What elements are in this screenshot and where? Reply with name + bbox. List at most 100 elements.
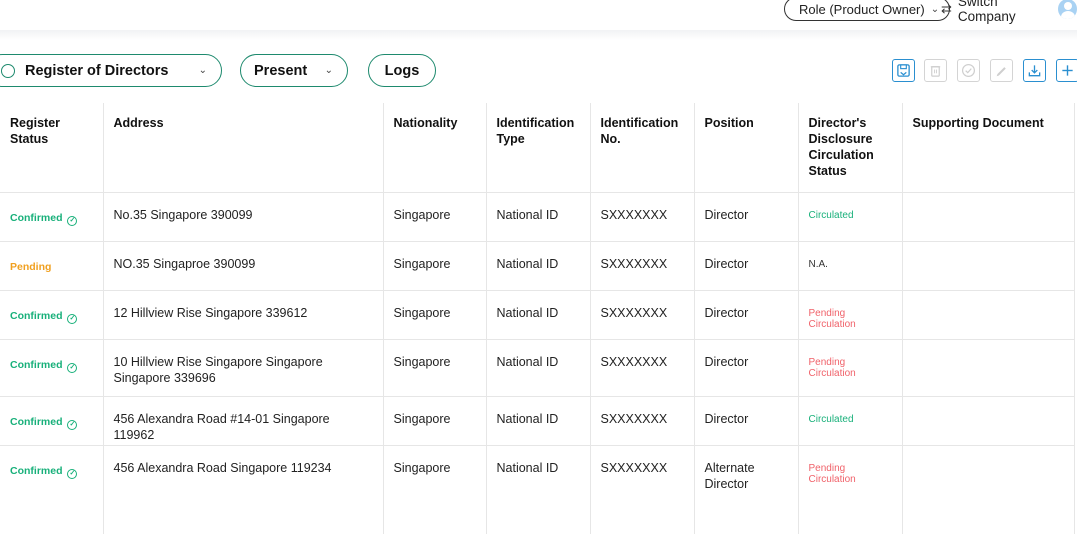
circulation-status-cell: Pending Circulation [798,339,903,397]
register-status-cell: Confirmed ✓ [0,339,104,397]
avatar[interactable] [1058,0,1077,19]
id-no-cell: SXXXXXXX [590,396,695,446]
check-circle-icon: ✓ [67,313,78,324]
role-label: Role (Product Owner) [799,1,925,17]
status-badge: Confirmed [10,309,63,322]
table-row[interactable]: Confirmed ✓ No.35 Singapore 390099 Singa… [0,192,1075,242]
save-icon [897,64,910,77]
id-type-cell: National ID [486,241,591,291]
column-header[interactable]: Address [103,103,384,193]
table-row[interactable]: Pending NO.35 Singaproe 390099 Singapore… [0,241,1075,291]
id-type-cell: National ID [486,445,591,534]
chevron-down-icon: ⌄ [930,3,940,15]
check-circle-icon: ✓ [67,362,78,373]
supporting-document-cell[interactable] [902,192,1075,242]
check-circle-icon [961,63,976,78]
chevron-down-icon: ⌄ [324,65,333,76]
nationality-cell: Singapore [383,241,487,291]
plus-icon [1062,65,1073,76]
circulation-status-cell: Pending Circulation [798,445,903,534]
logs-button[interactable]: Logs [368,54,436,87]
address-cell: 10 Hillview Rise Singapore Singapore Sin… [103,339,384,397]
column-header[interactable]: Identification Type [486,103,591,193]
address-cell: NO.35 Singaproe 390099 [103,241,384,291]
table-header-row: Register Status Address Nationality Iden… [0,103,1075,193]
status-badge: Confirmed [10,464,63,477]
add-director-button[interactable] [1056,59,1077,82]
supporting-document-cell[interactable] [902,339,1075,397]
supporting-document-cell[interactable] [902,396,1075,446]
table-row[interactable]: Confirmed ✓ 456 Alexandra Road Singapore… [0,445,1075,534]
circulation-status-cell: Circulated [798,192,903,242]
supporting-document-cell[interactable] [902,241,1075,291]
save-button[interactable] [892,59,915,82]
period-select[interactable]: Present ⌄ [240,54,348,87]
id-no-cell: SXXXXXXX [590,192,695,242]
column-header[interactable]: Identification No. [590,103,695,193]
position-cell: Director [694,241,799,291]
status-badge: Confirmed [10,415,63,428]
address-cell: 456 Alexandra Road Singapore 119234 [103,445,384,534]
nationality-cell: Singapore [383,396,487,446]
position-cell: Director [694,192,799,242]
column-header[interactable]: Supporting Document [902,103,1075,193]
delete-button[interactable] [924,59,947,82]
check-circle-icon: ✓ [67,419,78,430]
register-status-cell: Pending [0,241,104,291]
address-cell: 456 Alexandra Road #14-01 Singapore 1199… [103,396,384,446]
table-row[interactable]: Confirmed ✓ 12 Hillview Rise Singapore 3… [0,290,1075,340]
position-cell: Director [694,396,799,446]
id-no-cell: SXXXXXXX [590,445,695,534]
circulation-status-cell: Circulated [798,396,903,446]
nationality-cell: Singapore [383,192,487,242]
address-cell: No.35 Singapore 390099 [103,192,384,242]
id-type-cell: National ID [486,339,591,397]
nationality-cell: Singapore [383,339,487,397]
check-circle-icon: ✓ [67,468,78,479]
role-selector[interactable]: Role (Product Owner) ⌄ [784,0,951,21]
position-cell: Director [694,290,799,340]
table-row[interactable]: Confirmed ✓ 10 Hillview Rise Singapore S… [0,339,1075,397]
confirm-button[interactable] [957,59,980,82]
status-badge: Confirmed [10,211,63,224]
id-no-cell: SXXXXXXX [590,290,695,340]
chevron-down-icon: ⌄ [198,65,207,76]
id-no-cell: SXXXXXXX [590,339,695,397]
register-status-cell: Confirmed ✓ [0,445,104,534]
supporting-document-cell[interactable] [902,290,1075,340]
directors-table: Register Status Address Nationality Iden… [0,103,1077,534]
column-header[interactable]: Nationality [383,103,487,193]
download-icon [1028,65,1041,77]
register-type-select[interactable]: Register of Directors ⌄ [0,54,222,87]
status-badge: Confirmed [10,358,63,371]
supporting-document-cell[interactable] [902,445,1075,534]
register-status-cell: Confirmed ✓ [0,290,104,340]
register-status-cell: Confirmed ✓ [0,396,104,446]
column-header[interactable]: Position [694,103,799,193]
column-header[interactable]: Register Status [0,103,104,193]
id-type-cell: National ID [486,290,591,340]
nationality-cell: Singapore [383,290,487,340]
address-cell: 12 Hillview Rise Singapore 339612 [103,290,384,340]
download-button[interactable] [1023,59,1046,82]
pencil-icon [996,67,1006,77]
position-cell: Alternate Director [694,445,799,534]
register-type-label: Register of Directors [25,62,169,79]
column-header[interactable]: Director's Disclosure Circulation Status [798,103,903,193]
register-status-cell: Confirmed ✓ [0,192,104,242]
switch-company-button[interactable]: ⇄ Switch Company [941,0,1077,24]
status-badge: Pending [10,260,52,273]
position-cell: Director [694,339,799,397]
id-type-cell: National ID [486,396,591,446]
logs-label: Logs [384,62,420,79]
edit-button[interactable] [990,59,1013,82]
circulation-status-cell: Pending Circulation [798,290,903,340]
register-circle-icon [1,63,15,78]
trash-icon [930,66,941,77]
top-bar: Role (Product Owner) ⌄ ⇄ Switch Company [0,0,1077,30]
period-label: Present [254,62,308,79]
id-no-cell: SXXXXXXX [590,241,695,291]
check-circle-icon: ✓ [67,215,78,226]
top-bar-divider [0,30,1077,40]
table-row[interactable]: Confirmed ✓ 456 Alexandra Road #14-01 Si… [0,396,1075,446]
